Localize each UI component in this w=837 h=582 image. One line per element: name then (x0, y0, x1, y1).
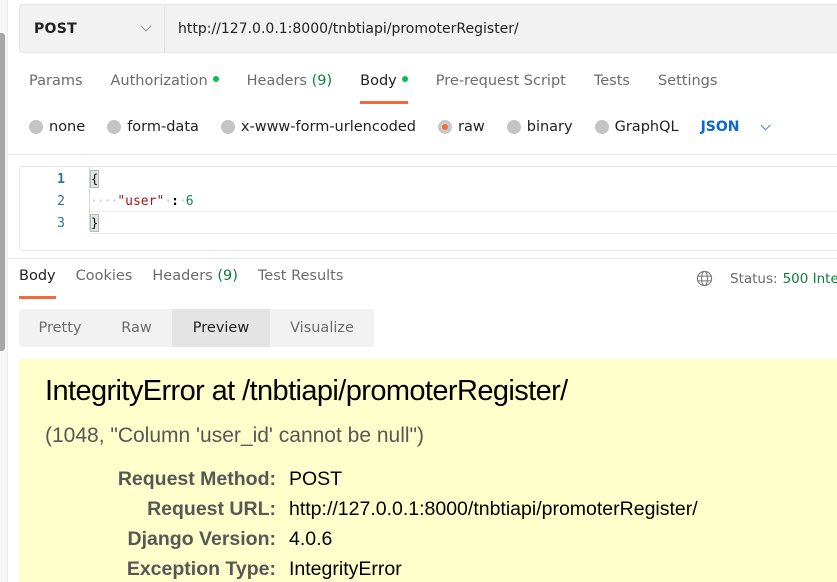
radio-x-www-form-urlencoded[interactable]: x-www-form-urlencoded (220, 119, 417, 135)
meta-key: Exception Type: (126, 557, 276, 580)
status-label: Status: (730, 270, 778, 287)
divider (8, 154, 837, 155)
tab-label: Authorization (110, 73, 208, 89)
json-key: "user" (117, 193, 165, 209)
scrollbar-thumb[interactable] (0, 33, 5, 351)
radio-none[interactable]: none (29, 119, 85, 135)
tab-label: Tests (593, 73, 630, 89)
view-mode-preview[interactable]: Preview (172, 309, 270, 347)
tab-tests[interactable]: Tests (594, 73, 630, 103)
status-dot-icon (212, 76, 219, 82)
status-code[interactable]: 500 Inte (783, 271, 837, 287)
language-label: JSON (700, 119, 740, 135)
meta-key: Django Version: (127, 527, 276, 550)
meta-row: Request Method: POST (19, 464, 698, 494)
divider (8, 258, 837, 259)
tab-label: Body (360, 73, 397, 89)
body-type-options: none form-data x-www-form-urlencoded raw… (29, 119, 770, 135)
url-bar: POST http://127.0.0.1:8000/tnbtiapi/prom… (19, 4, 837, 53)
tab-label: Headers (152, 268, 213, 284)
meta-row: Request URL: http://127.0.0.1:8000/tnbti… (19, 494, 698, 524)
radio-form-data[interactable]: form-data (107, 119, 199, 135)
radio-label: none (49, 119, 86, 135)
response-status: Status: 500 Inte (696, 270, 837, 287)
radio-label: raw (458, 119, 485, 135)
meta-row: Exception Type: IntegrityError (19, 554, 698, 582)
view-mode-visualize[interactable]: Visualize (270, 309, 374, 347)
meta-value: IntegrityError (289, 557, 402, 580)
tab-authorization[interactable]: Authorization (111, 73, 219, 103)
status-dot-icon (401, 76, 408, 82)
line-number: 3 (57, 215, 65, 231)
code-line: 1 { (20, 168, 837, 190)
json-value: 6 (185, 193, 194, 209)
tab-label: Test Results (257, 268, 344, 284)
tab-body[interactable]: Body (360, 73, 408, 104)
tab-label: Body (19, 268, 56, 284)
view-mode-raw[interactable]: Raw (101, 309, 172, 347)
meta-key: Request URL: (147, 497, 276, 520)
meta-value: http://127.0.0.1:8000/tnbtiapi/promoterR… (289, 497, 698, 520)
response-preview: IntegrityError at /tnbtiapi/promoterRegi… (19, 359, 837, 582)
request-tabs: Params Authorization Headers (9) Body Pr… (29, 73, 745, 104)
tab-pre-request-script[interactable]: Pre-request Script (436, 73, 566, 103)
tab-label: Pre-request Script (435, 73, 566, 89)
tab-headers[interactable]: Headers (9) (247, 73, 333, 103)
radio-label: x-www-form-urlencoded (240, 119, 417, 135)
code-editor[interactable]: 1 { 2 ···· "user" ·: · 6 3 } (19, 166, 837, 251)
json-colon: : (171, 193, 179, 209)
view-mode-pretty[interactable]: Pretty (19, 309, 101, 347)
whitespace-marker: · (164, 193, 172, 209)
tab-label: Params (29, 73, 83, 89)
radio-icon (220, 120, 235, 134)
radio-selected-icon (438, 120, 453, 134)
brace-close: } (90, 214, 99, 232)
headers-count: (9) (217, 268, 238, 284)
chevron-down-icon (760, 120, 770, 130)
tab-label: Cookies (75, 268, 133, 284)
radio-icon (107, 120, 122, 134)
error-meta-table: Request Method: POST Request URL: http:/… (19, 464, 698, 582)
meta-row: Django Version: 4.0.6 (19, 524, 698, 554)
globe-icon[interactable] (696, 270, 713, 287)
line-highlight-rule (90, 233, 837, 234)
tab-params[interactable]: Params (29, 73, 83, 103)
tab-label: Settings (657, 73, 718, 89)
radio-graphql[interactable]: GraphQL (594, 119, 679, 135)
error-title: IntegrityError at /tnbtiapi/promoterRegi… (45, 375, 568, 407)
response-tab-test-results[interactable]: Test Results (258, 268, 344, 298)
response-tabs: Body Cookies Headers (9) Test Results (19, 268, 363, 299)
meta-value: POST (289, 467, 343, 490)
response-tab-cookies[interactable]: Cookies (76, 268, 133, 298)
radio-icon (29, 120, 43, 134)
radio-label: form-data (127, 119, 199, 135)
chevron-down-icon (140, 20, 152, 32)
error-message: (1048, "Column 'user_id' cannot be null"… (45, 424, 424, 447)
radio-label: GraphQL (614, 119, 679, 135)
tab-settings[interactable]: Settings (658, 73, 717, 103)
method-select[interactable]: POST (20, 5, 165, 52)
code-line: 2 ···· "user" ·: · 6 (20, 190, 837, 212)
response-tab-headers[interactable]: Headers (9) (152, 268, 238, 298)
radio-raw[interactable]: raw (438, 119, 485, 135)
tab-label: Headers (246, 73, 307, 89)
line-number: 2 (57, 193, 65, 209)
response-tab-body[interactable]: Body (19, 268, 56, 299)
method-label: POST (34, 20, 77, 37)
language-select[interactable]: JSON (700, 119, 770, 135)
meta-key: Request Method: (117, 467, 276, 490)
url-input[interactable]: http://127.0.0.1:8000/tnbtiapi/promoterR… (165, 21, 519, 37)
whitespace-marker: ···· (90, 193, 118, 209)
radio-label: binary (526, 119, 573, 135)
radio-binary[interactable]: binary (506, 119, 573, 135)
whitespace-marker: · (178, 193, 187, 209)
brace-open: { (90, 170, 99, 188)
code-line: 3 } (20, 212, 837, 234)
view-mode-switcher: Pretty Raw Preview Visualize (19, 309, 374, 347)
line-number: 1 (57, 171, 65, 187)
headers-count: (9) (311, 73, 333, 89)
radio-icon (506, 120, 521, 134)
meta-value: 4.0.6 (289, 527, 333, 550)
radio-icon (594, 120, 609, 134)
